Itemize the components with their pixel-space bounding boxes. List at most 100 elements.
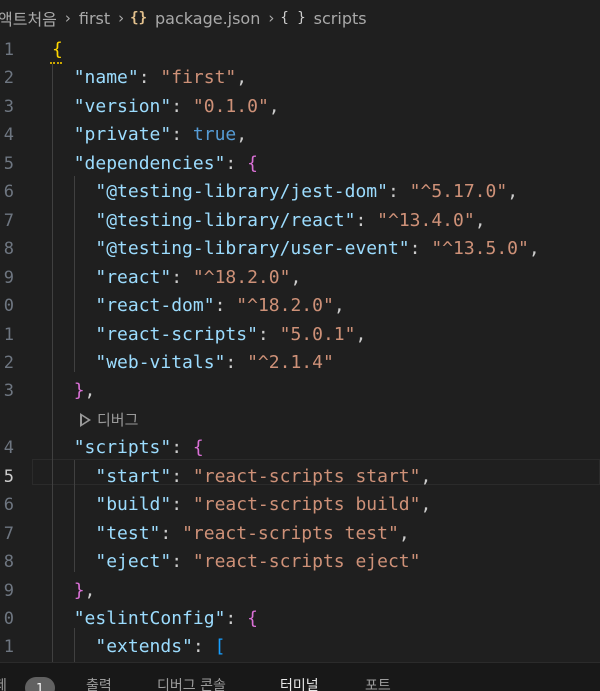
code-token: "private" bbox=[73, 124, 172, 145]
code-line[interactable]: 9 "react": "^18.2.0", bbox=[0, 264, 600, 292]
code-token: : bbox=[225, 352, 248, 373]
line-number: 5 bbox=[3, 154, 14, 174]
code-token: , bbox=[84, 580, 96, 601]
line-code: "eject": "react-scripts eject" bbox=[52, 548, 420, 576]
code-token: "extends" bbox=[95, 636, 193, 657]
code-token: : bbox=[171, 437, 193, 458]
code-line[interactable]: 4 "scripts": { bbox=[0, 434, 600, 462]
code-token: "^18.2.0" bbox=[192, 267, 291, 288]
code-line[interactable]: 8 "@testing-library/user-event": "^13.5.… bbox=[0, 235, 600, 263]
line-code: "extends": [ bbox=[52, 633, 225, 661]
line-number: 2 bbox=[3, 68, 14, 88]
code-token: "@testing-library/user-event" bbox=[95, 238, 410, 259]
line-number: 4 bbox=[3, 125, 14, 145]
line-number: 5 bbox=[3, 467, 14, 487]
tab-ports[interactable]: 포트 bbox=[365, 677, 391, 691]
code-line[interactable]: 5 "dependencies": { bbox=[0, 150, 600, 178]
chevron-right-icon: › bbox=[64, 9, 71, 27]
code-token: "react-scripts" bbox=[95, 324, 258, 345]
code-line[interactable]: 3 "version": "0.1.0", bbox=[0, 93, 600, 121]
code-token: "version" bbox=[73, 96, 172, 117]
code-token: , bbox=[268, 96, 280, 117]
code-line[interactable]: 0 "eslintConfig": { bbox=[0, 605, 600, 633]
play-icon bbox=[80, 413, 91, 427]
code-token: : bbox=[409, 238, 432, 259]
line-number: 8 bbox=[3, 239, 14, 259]
line-code: "version": "0.1.0", bbox=[52, 93, 280, 121]
code-line[interactable]: 7 "@testing-library/react": "^13.4.0", bbox=[0, 207, 600, 235]
line-code: "web-vitals": "^2.1.4" bbox=[52, 349, 333, 377]
code-token: : bbox=[355, 210, 378, 231]
breadcrumb-project[interactable]: first bbox=[77, 9, 112, 28]
line-code: }, bbox=[52, 377, 96, 405]
object-symbol-icon: { } bbox=[280, 10, 306, 26]
line-number: 8 bbox=[3, 552, 14, 572]
breadcrumb-file[interactable]: package.json bbox=[153, 9, 262, 28]
code-token: "^18.2.0" bbox=[236, 295, 334, 316]
code-token: , bbox=[507, 181, 519, 202]
code-line[interactable]: 1 "extends": [ bbox=[0, 633, 600, 661]
code-token: "react-scripts build" bbox=[192, 494, 421, 515]
line-number: 0 bbox=[3, 609, 14, 629]
tab-debug-console[interactable]: 디버그 콘솔 bbox=[157, 677, 226, 691]
line-number: 1 bbox=[3, 637, 14, 657]
tab-problems[interactable]: 제 bbox=[0, 677, 7, 691]
code-line[interactable]: 4 "private": true, bbox=[0, 121, 600, 149]
code-line[interactable]: 1 "react-scripts": "5.0.1", bbox=[0, 321, 600, 349]
code-line[interactable]: 8 "eject": "react-scripts eject" bbox=[0, 548, 600, 576]
code-token: , bbox=[236, 67, 248, 88]
line-number: 3 bbox=[3, 381, 14, 401]
code-token: , bbox=[398, 523, 410, 544]
code-editor[interactable]: 1{2 "name": "first", 3 "version": "0.1.0"… bbox=[0, 36, 600, 662]
code-line[interactable]: 7 "test": "react-scripts test", bbox=[0, 520, 600, 548]
code-line[interactable]: 0 "react-dom": "^18.2.0", bbox=[0, 292, 600, 320]
code-token: "0.1.0" bbox=[192, 96, 269, 117]
line-number: 4 bbox=[3, 438, 14, 458]
code-token: "@testing-library/jest-dom" bbox=[95, 181, 388, 202]
code-token: "^13.4.0" bbox=[377, 210, 475, 231]
code-token: { bbox=[52, 39, 63, 60]
chevron-right-icon: › bbox=[118, 9, 125, 27]
breadcrumb-folder[interactable]: 액트처음 bbox=[0, 6, 59, 30]
line-code: "@testing-library/jest-dom": "^5.17.0", bbox=[52, 178, 518, 206]
code-token: : bbox=[257, 324, 280, 345]
code-token: "react" bbox=[95, 267, 172, 288]
code-token: true bbox=[192, 124, 237, 145]
line-code: "eslintConfig": { bbox=[52, 605, 258, 633]
code-token: , bbox=[420, 466, 432, 487]
line-number: 9 bbox=[3, 268, 14, 288]
code-token: , bbox=[84, 380, 96, 401]
code-token: { bbox=[247, 153, 258, 174]
line-number: 1 bbox=[3, 40, 14, 60]
code-token: : bbox=[160, 523, 183, 544]
tab-terminal[interactable]: 터미널 bbox=[280, 677, 319, 691]
code-token: "@testing-library/react" bbox=[95, 210, 356, 231]
code-line[interactable]: 5 "start": "react-scripts start", bbox=[0, 463, 600, 491]
code-token: { bbox=[247, 608, 258, 629]
breadcrumb-symbol[interactable]: scripts bbox=[312, 9, 369, 28]
code-token: "build" bbox=[95, 494, 172, 515]
code-line[interactable]: 1{ bbox=[0, 36, 600, 64]
code-line[interactable]: 3 }, bbox=[0, 377, 600, 405]
code-line[interactable]: 6 "build": "react-scripts build", bbox=[0, 491, 600, 519]
tab-output[interactable]: 출력 bbox=[86, 677, 112, 691]
code-token: "eslintConfig" bbox=[73, 608, 226, 629]
code-line[interactable]: 2 "name": "first", bbox=[0, 64, 600, 92]
line-code: "dependencies": { bbox=[52, 150, 258, 178]
code-token: "dependencies" bbox=[73, 153, 226, 174]
debug-codelens[interactable]: 디버그 bbox=[80, 406, 138, 434]
code-line[interactable]: 9 }, bbox=[0, 577, 600, 605]
code-line[interactable]: 6 "@testing-library/jest-dom": "^5.17.0"… bbox=[0, 178, 600, 206]
code-line[interactable]: 2 "web-vitals": "^2.1.4" bbox=[0, 349, 600, 377]
